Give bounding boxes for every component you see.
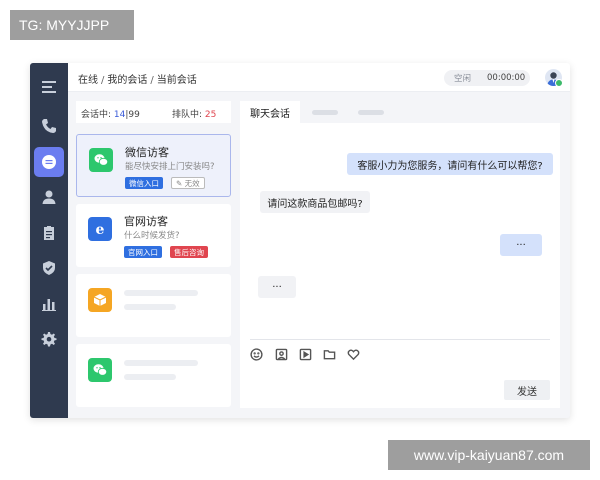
in-session-count: 会话中: 14|99 bbox=[81, 110, 140, 120]
chat-tabs: 聊天会话 bbox=[240, 101, 560, 123]
typing-indicator-visitor: ··· bbox=[258, 276, 296, 298]
user-icon[interactable] bbox=[34, 182, 64, 212]
tab-placeholder[interactable] bbox=[358, 110, 384, 115]
top-bar: 在线 / 我的会话 / 当前会话 空闲 00:00:00 bbox=[68, 63, 570, 92]
emoji-icon[interactable] bbox=[250, 346, 263, 361]
bar-chart-icon[interactable] bbox=[34, 289, 64, 319]
visitor-card-placeholder[interactable] bbox=[76, 274, 231, 337]
status-label: 空闲 bbox=[454, 74, 472, 84]
svg-text:e: e bbox=[96, 222, 105, 237]
skeleton-line bbox=[124, 360, 198, 366]
visitor-card-placeholder[interactable] bbox=[76, 344, 231, 407]
online-status-icon bbox=[555, 79, 563, 87]
image-icon[interactable] bbox=[275, 346, 288, 361]
watermark-top: TG: MYYJJPP bbox=[10, 10, 134, 40]
breadcrumb-separator: / bbox=[101, 75, 105, 86]
message-bubble-agent: 客服小力为您服务，请问有什么可以帮您? bbox=[347, 153, 553, 175]
status-tag-label: 无效 bbox=[184, 178, 200, 188]
skeleton-line bbox=[124, 290, 198, 296]
visitor-last-message: 能尽快安排上门安装吗? bbox=[125, 162, 215, 172]
edit-icon: ✎ bbox=[176, 178, 185, 188]
wechat-icon bbox=[88, 358, 112, 382]
video-icon[interactable] bbox=[299, 346, 312, 361]
box-icon bbox=[88, 288, 112, 312]
composer-divider bbox=[250, 339, 550, 340]
menu-icon[interactable] bbox=[34, 72, 64, 102]
chat-panel: 聊天会话 客服小力为您服务，请问有什么可以帮您? 请问这款商品包邮吗? ··· … bbox=[240, 101, 560, 408]
wechat-icon bbox=[89, 148, 113, 172]
sidebar-rail bbox=[30, 63, 68, 418]
tab-placeholder[interactable] bbox=[312, 110, 338, 115]
send-button[interactable]: 发送 bbox=[504, 380, 550, 400]
tab-chat-session[interactable]: 聊天会话 bbox=[240, 101, 300, 123]
visitor-card-wechat[interactable]: 微信访客 能尽快安排上门安装吗? 微信入口 ✎ 无效 bbox=[76, 134, 231, 197]
visitor-card-website[interactable]: e 官网访客 什么时候发货? 官网入口 售后咨询 bbox=[76, 204, 231, 267]
skeleton-line bbox=[124, 374, 176, 380]
breadcrumb-separator: / bbox=[150, 75, 154, 86]
breadcrumb-item: 当前会话 bbox=[156, 75, 197, 86]
shield-icon[interactable] bbox=[34, 253, 64, 283]
session-counts: 会话中: 14|99 排队中: 25 bbox=[76, 101, 231, 123]
phone-icon[interactable] bbox=[34, 111, 64, 141]
heart-icon[interactable] bbox=[347, 346, 360, 361]
source-tag: 微信入口 bbox=[125, 177, 163, 189]
breadcrumb-item[interactable]: 在线 bbox=[78, 75, 98, 86]
gear-icon[interactable] bbox=[34, 324, 64, 354]
watermark-bottom: www.vip-kaiyuan87.com bbox=[388, 440, 590, 470]
message-bubble-visitor: 请问这款商品包邮吗? bbox=[260, 191, 370, 213]
folder-icon[interactable] bbox=[323, 346, 336, 360]
status-pill[interactable]: 空闲 00:00:00 bbox=[444, 70, 530, 86]
skeleton-line bbox=[124, 304, 176, 310]
visitor-last-message: 什么时候发货? bbox=[124, 231, 180, 241]
ie-icon: e bbox=[88, 217, 112, 241]
typing-indicator-agent: ··· bbox=[500, 234, 542, 256]
clipboard-icon[interactable] bbox=[34, 218, 64, 248]
status-tag: ✎ 无效 bbox=[171, 177, 205, 189]
source-tag: 官网入口 bbox=[124, 246, 162, 258]
app-window: 在线 / 我的会话 / 当前会话 空闲 00:00:00 会话中: 14|99 排队中:… bbox=[30, 63, 570, 418]
breadcrumb-item[interactable]: 我的会话 bbox=[107, 75, 147, 86]
breadcrumb: 在线 / 我的会话 / 当前会话 bbox=[78, 71, 197, 86]
session-timer: 00:00:00 bbox=[487, 73, 526, 83]
visitor-title: 官网访客 bbox=[124, 215, 168, 228]
queue-count: 排队中: 25 bbox=[172, 110, 217, 120]
visitor-title: 微信访客 bbox=[125, 146, 169, 159]
category-tag: 售后咨询 bbox=[170, 246, 208, 258]
chat-icon[interactable] bbox=[34, 147, 64, 177]
